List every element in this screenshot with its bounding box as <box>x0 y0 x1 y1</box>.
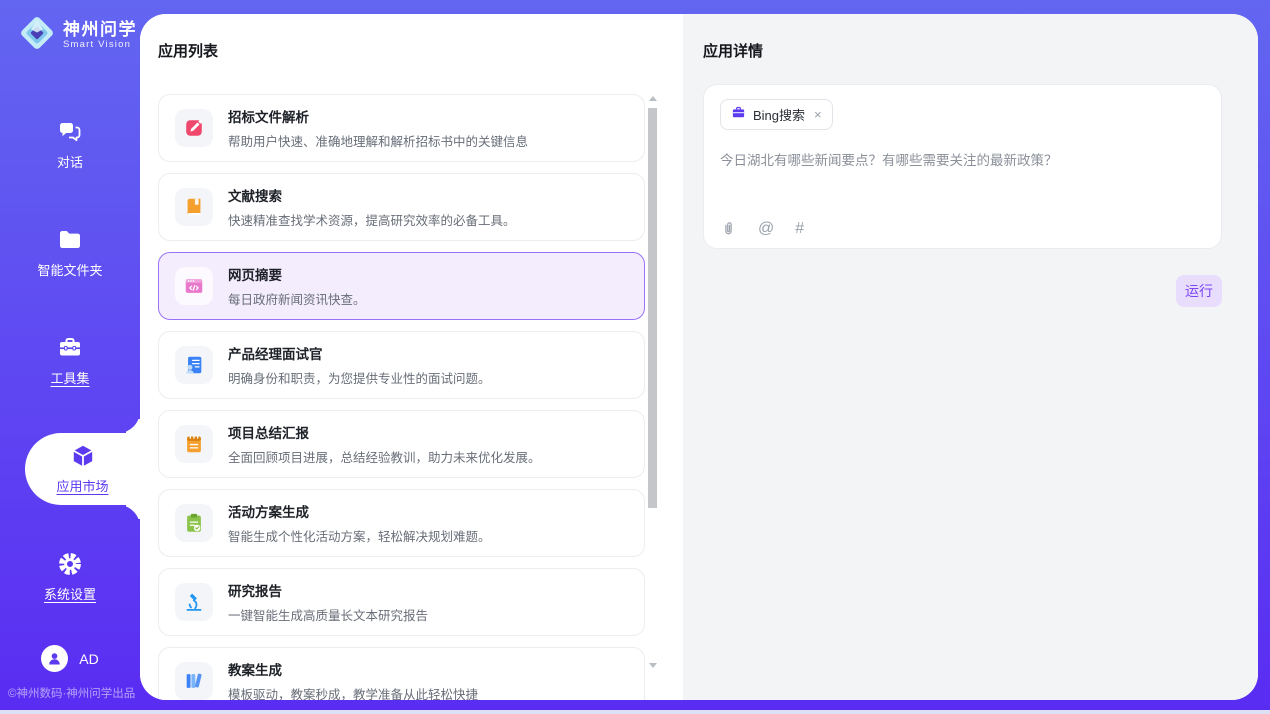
books-icon <box>175 662 213 700</box>
list-scrollbar[interactable] <box>648 82 657 676</box>
app-card[interactable]: 研究报告 一键智能生成高质量长文本研究报告 <box>158 568 645 636</box>
app-detail-panel: 应用详情 Bing搜索 × 今日湖北有哪些新闻要点？有哪些需要关注的最新政策？ … <box>683 14 1258 700</box>
prompt-text[interactable]: 今日湖北有哪些新闻要点？有哪些需要关注的最新政策？ <box>720 151 1205 171</box>
app-card[interactable]: 文献搜索 快速精准查找学术资源，提高研究效率的必备工具。 <box>158 173 645 241</box>
sidebar-item-label: 智能文件夹 <box>37 260 102 279</box>
book-icon <box>175 188 213 226</box>
app-card[interactable]: 项目总结汇报 全面回顾项目进展，总结经验教训，助力未来优化发展。 <box>158 410 645 478</box>
app-card-title: 招标文件解析 <box>228 106 528 126</box>
app-card-title: 研究报告 <box>228 580 428 600</box>
close-icon[interactable]: × <box>814 107 822 122</box>
scrollbar-thumb[interactable] <box>648 108 657 508</box>
brand-title: 神州问学 <box>63 21 137 40</box>
app-card-description: 帮助用户快速、准确地理解和解析招标书中的关键信息 <box>228 131 528 150</box>
app-card-title: 活动方案生成 <box>228 501 491 521</box>
sidebar-item-app-market[interactable]: 应用市场 <box>25 433 140 505</box>
app-card-description: 明确身份和职责，为您提供专业性的面试问题。 <box>228 368 491 387</box>
scroll-down-icon[interactable] <box>649 663 657 668</box>
app-card[interactable]: 招标文件解析 帮助用户快速、准确地理解和解析招标书中的关键信息 <box>158 94 645 162</box>
user-label: AD <box>79 651 98 667</box>
run-button[interactable]: 运行 <box>1176 275 1222 307</box>
app-card-description: 一键智能生成高质量长文本研究报告 <box>228 605 428 624</box>
brand-text: 神州问学 Smart Vision <box>63 21 137 51</box>
app-card-title: 产品经理面试官 <box>228 343 491 363</box>
gear-icon <box>57 551 83 577</box>
app-card[interactable]: 活动方案生成 智能生成个性化活动方案，轻松解决规划难题。 <box>158 489 645 557</box>
chat-icon <box>57 119 83 145</box>
sidebar-item-label: 系统设置 <box>44 584 96 603</box>
sidebar-item-label: 工具集 <box>50 368 89 387</box>
briefcase-icon <box>731 105 746 125</box>
app-card-title: 文献搜索 <box>228 185 516 205</box>
prompt-input-card[interactable]: Bing搜索 × 今日湖北有哪些新闻要点？有哪些需要关注的最新政策？ @ # <box>703 84 1222 249</box>
bottom-edge-strip <box>0 710 1270 714</box>
app-card-title: 教案生成 <box>228 659 478 679</box>
tool-tag-label: Bing搜索 <box>753 105 805 124</box>
hash-icon[interactable]: # <box>795 221 804 237</box>
main-content: 应用列表 招标文件解析 帮助用户快速、准确地理解和解析招标书中的关键信息 文献搜… <box>140 14 1258 700</box>
app-card[interactable]: 网页摘要 每日政府新闻资讯快查。 <box>158 252 645 320</box>
sidebar-item-chat[interactable]: 对话 <box>0 109 140 181</box>
tool-tag-bing-search[interactable]: Bing搜索 × <box>720 99 833 130</box>
sidebar-item-smart-folders[interactable]: 智能文件夹 <box>0 217 140 289</box>
interview-icon <box>175 346 213 384</box>
sidebar-item-label: 对话 <box>57 152 83 171</box>
cube-icon <box>70 443 96 469</box>
app-card[interactable]: 产品经理面试官 明确身份和职责，为您提供专业性的面试问题。 <box>158 331 645 399</box>
sidebar: 神州问学 Smart Vision 对话 智能文件夹 工具集 应用市场 系统设置… <box>0 0 140 710</box>
folder-icon <box>57 227 83 253</box>
paperclip-icon[interactable] <box>720 220 737 237</box>
app-card-description: 智能生成个性化活动方案，轻松解决规划难题。 <box>228 526 491 545</box>
sidebar-nav: 对话 智能文件夹 工具集 应用市场 系统设置 <box>0 109 140 613</box>
avatar[interactable] <box>41 645 68 672</box>
app-card-title: 网页摘要 <box>228 264 366 284</box>
app-list: 招标文件解析 帮助用户快速、准确地理解和解析招标书中的关键信息 文献搜索 快速精… <box>158 94 645 700</box>
notepad-icon <box>175 425 213 463</box>
attachment-toolbar: @ # <box>720 220 804 237</box>
scroll-up-icon[interactable] <box>649 96 657 101</box>
app-card-description: 模板驱动，教案秒成，教学准备从此轻松快捷 <box>228 684 478 700</box>
sidebar-item-system-settings[interactable]: 系统设置 <box>0 541 140 613</box>
run-row: 运行 <box>683 275 1222 307</box>
clipboard-check-icon <box>175 504 213 542</box>
app-logo: 神州问学 Smart Vision <box>0 0 140 57</box>
sidebar-item-label: 应用市场 <box>56 476 108 495</box>
brand-subtitle: Smart Vision <box>63 39 137 50</box>
app-list-title: 应用列表 <box>158 40 683 61</box>
app-card[interactable]: 教案生成 模板驱动，教案秒成，教学准备从此轻松快捷 <box>158 647 645 700</box>
microscope-icon <box>175 583 213 621</box>
brand-diamond-icon <box>18 14 56 57</box>
browser-code-icon <box>175 267 213 305</box>
pen-square-icon <box>175 109 213 147</box>
copyright-text: ©神州数码·神州问学出品 <box>8 685 135 701</box>
toolbox-icon <box>57 335 83 361</box>
app-list-panel: 应用列表 招标文件解析 帮助用户快速、准确地理解和解析招标书中的关键信息 文献搜… <box>140 14 683 700</box>
app-detail-title: 应用详情 <box>703 40 1258 61</box>
sidebar-item-toolset[interactable]: 工具集 <box>0 325 140 397</box>
app-card-description: 快速精准查找学术资源，提高研究效率的必备工具。 <box>228 210 516 229</box>
user-row: AD <box>0 645 140 672</box>
app-card-description: 全面回顾项目进展，总结经验教训，助力未来优化发展。 <box>228 447 541 466</box>
app-card-title: 项目总结汇报 <box>228 422 541 442</box>
app-card-description: 每日政府新闻资讯快查。 <box>228 289 366 308</box>
mention-icon[interactable]: @ <box>758 221 774 237</box>
